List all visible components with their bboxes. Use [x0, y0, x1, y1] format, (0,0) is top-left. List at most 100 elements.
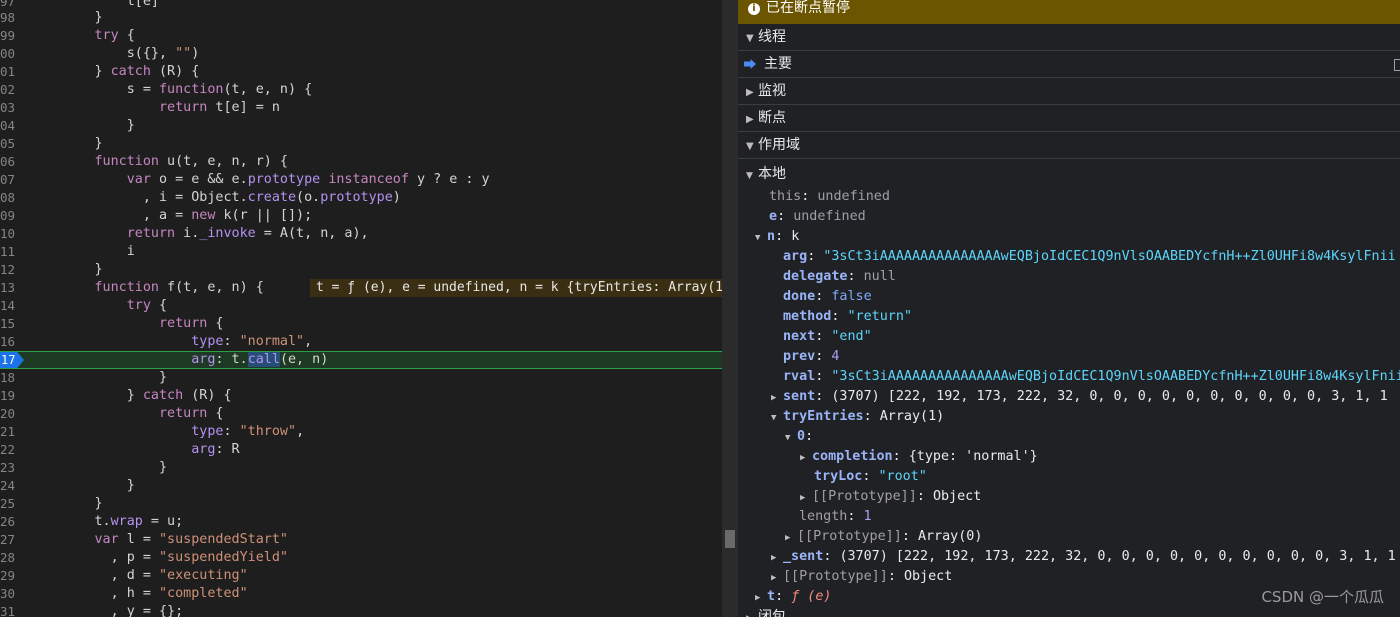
code-line[interactable]: 05 }: [0, 135, 722, 153]
line-number[interactable]: 24: [0, 477, 20, 495]
line-number[interactable]: 15: [0, 315, 20, 333]
code-line[interactable]: 03 return t[e] = n: [0, 99, 722, 117]
line-number[interactable]: 19: [0, 387, 20, 405]
prop-prototype[interactable]: ▶ [[Prototype]]: Object: [800, 487, 981, 507]
line-number[interactable]: 00: [0, 45, 20, 63]
code-line[interactable]: 22 arg: R: [0, 441, 722, 459]
code-line[interactable]: 26 t.wrap = u;: [0, 513, 722, 531]
line-number[interactable]: 21: [0, 423, 20, 441]
line-number[interactable]: 16: [0, 333, 20, 351]
copy-icon[interactable]: [1394, 59, 1400, 71]
line-number[interactable]: 13: [0, 279, 20, 297]
scrollbar-thumb[interactable]: [725, 530, 735, 548]
scope-var-this[interactable]: this: undefined: [769, 187, 890, 207]
line-number[interactable]: 31: [0, 603, 20, 617]
code-line[interactable]: 14 try {: [0, 297, 722, 315]
line-number[interactable]: 01: [0, 63, 20, 81]
line-number[interactable]: 99: [0, 27, 20, 45]
scope-var-e[interactable]: e: undefined: [769, 207, 866, 227]
line-number[interactable]: 09: [0, 207, 20, 225]
prop-next[interactable]: next: "end": [783, 327, 872, 347]
prop-prev[interactable]: prev: 4: [783, 347, 839, 367]
thread-item-main[interactable]: 主要: [738, 51, 1400, 78]
prop-arg[interactable]: arg: "3sCt3iAAAAAAAAAAAAAAAwEQBjoIdCEC1Q…: [783, 247, 1396, 267]
code-line[interactable]: 09 , a = new k(r || []);: [0, 207, 722, 225]
code-line[interactable]: 08 , i = Object.create(o.prototype): [0, 189, 722, 207]
code-line[interactable]: 13 function f(t, e, n) {t = ƒ (e), e = u…: [0, 279, 722, 297]
line-number[interactable]: 28: [0, 549, 20, 567]
line-number[interactable]: 98: [0, 9, 20, 27]
source-code-editor[interactable]: 97 t[e] 98 } 99 try { 00 s({}, "") 01 } …: [0, 0, 722, 617]
scope-section-header[interactable]: 作用域: [738, 132, 1400, 159]
line-number[interactable]: 07: [0, 171, 20, 189]
line-number[interactable]: 12: [0, 261, 20, 279]
line-number[interactable]: 04: [0, 117, 20, 135]
code-line[interactable]: 28 , p = "suspendedYield": [0, 549, 722, 567]
editor-scrollbar[interactable]: [722, 0, 738, 617]
watch-section-header[interactable]: 监视: [738, 78, 1400, 105]
line-number[interactable]: 10: [0, 225, 20, 243]
line-number[interactable]: 08: [0, 189, 20, 207]
line-number[interactable]: 14: [0, 297, 20, 315]
code-line[interactable]: 18 }: [0, 369, 722, 387]
breakpoints-section-header[interactable]: 断点: [738, 105, 1400, 132]
line-number[interactable]: 29: [0, 567, 20, 585]
code-line[interactable]: 00 s({}, ""): [0, 45, 722, 63]
scope-closure-header[interactable]: ▶闭包: [746, 607, 786, 617]
code-line[interactable]: 04 }: [0, 117, 722, 135]
code-line[interactable]: 98 }: [0, 9, 722, 27]
array-index-0[interactable]: ▼ 0:: [785, 427, 813, 447]
line-number[interactable]: 06: [0, 153, 20, 171]
code-line[interactable]: 12 }: [0, 261, 722, 279]
code-line[interactable]: 02 s = function(t, e, n) {: [0, 81, 722, 99]
prop-sent[interactable]: ▶ sent: (3707) [222, 192, 173, 222, 32, 0…: [771, 387, 1388, 407]
line-number[interactable]: 22: [0, 441, 20, 459]
code-line[interactable]: 99 try {: [0, 27, 722, 45]
line-number[interactable]: 27: [0, 531, 20, 549]
line-number[interactable]: 20: [0, 405, 20, 423]
code-line[interactable]: 20 return {: [0, 405, 722, 423]
line-number[interactable]: 18: [0, 369, 20, 387]
code-line[interactable]: 11 i: [0, 243, 722, 261]
code-line[interactable]: 01 } catch (R) {: [0, 63, 722, 81]
prop-delegate[interactable]: delegate: null: [783, 267, 896, 287]
code-line[interactable]: 19 } catch (R) {: [0, 387, 722, 405]
prop-length[interactable]: length: 1: [799, 507, 872, 527]
code-line[interactable]: 10 return i._invoke = A(t, n, a),: [0, 225, 722, 243]
code-line[interactable]: 24 }: [0, 477, 722, 495]
prop-prototype[interactable]: ▶ [[Prototype]]: Array(0): [785, 527, 982, 547]
code-line[interactable]: 25 }: [0, 495, 722, 513]
scope-var-t[interactable]: ▶ t: ƒ (e): [755, 587, 832, 607]
prop-prototype[interactable]: ▶ [[Prototype]]: Object: [771, 567, 952, 587]
current-execution-line[interactable]: 17 arg: t.call(e, n): [0, 351, 722, 369]
line-number[interactable]: 26: [0, 513, 20, 531]
prop-method[interactable]: method: "return": [783, 307, 912, 327]
code-line[interactable]: 15 return {: [0, 315, 722, 333]
code-line[interactable]: 06 function u(t, e, n, r) {: [0, 153, 722, 171]
code-line[interactable]: 30 , h = "completed": [0, 585, 722, 603]
scope-var-n[interactable]: ▼ n: k: [755, 227, 799, 247]
threads-section-header[interactable]: 线程: [738, 24, 1400, 51]
scope-local-header[interactable]: ▼ 本地: [746, 164, 786, 184]
line-number[interactable]: 23: [0, 459, 20, 477]
line-number[interactable]: 11: [0, 243, 20, 261]
prop-done[interactable]: done: false: [783, 287, 872, 307]
line-number[interactable]: 25: [0, 495, 20, 513]
line-number[interactable]: 02: [0, 81, 20, 99]
code-line[interactable]: 16 type: "normal",: [0, 333, 722, 351]
code-line[interactable]: 27 var l = "suspendedStart": [0, 531, 722, 549]
code-line[interactable]: 29 , d = "executing": [0, 567, 722, 585]
code-line[interactable]: 07 var o = e && e.prototype instanceof y…: [0, 171, 722, 189]
line-number[interactable]: 05: [0, 135, 20, 153]
prop-completion[interactable]: ▶ completion: {type: 'normal'}: [800, 447, 1038, 467]
line-number[interactable]: 03: [0, 99, 20, 117]
prop-tryLoc[interactable]: tryLoc: "root": [814, 467, 927, 487]
code-line[interactable]: 23 }: [0, 459, 722, 477]
code-line[interactable]: 31 , y = {};: [0, 603, 722, 617]
prop-_sent[interactable]: ▶ _sent: (3707) [222, 192, 173, 222, 32, …: [771, 547, 1396, 567]
breakpoint-marker[interactable]: 17: [0, 352, 24, 368]
prop-tryEntries[interactable]: ▼ tryEntries: Array(1): [771, 407, 944, 427]
line-number[interactable]: 30: [0, 585, 20, 603]
prop-rval[interactable]: rval: "3sCt3iAAAAAAAAAAAAAAAwEQBjoIdCEC1…: [783, 367, 1400, 387]
code-line[interactable]: 21 type: "throw",: [0, 423, 722, 441]
